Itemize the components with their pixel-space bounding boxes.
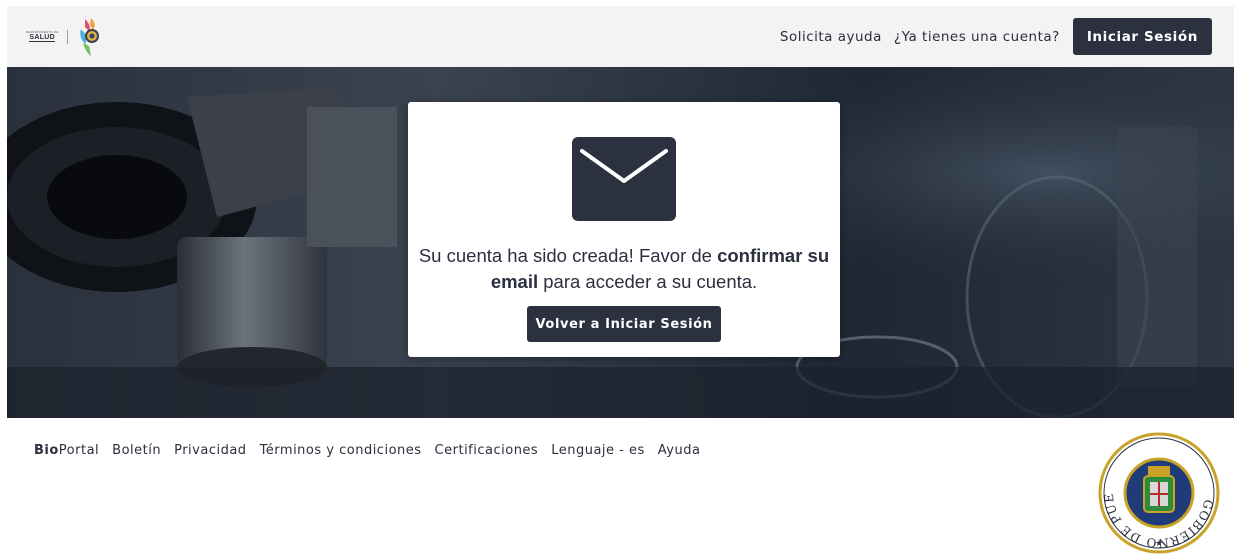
logo-divider <box>67 29 69 44</box>
page: DEPARTAMENTO DE SALUD Solicita ayuda ¿Ya… <box>0 0 1234 559</box>
back-to-login-button[interactable]: Volver a Iniciar Sesión <box>527 306 721 342</box>
footer-link-privacidad[interactable]: Privacidad <box>174 443 246 458</box>
salud-logo: DEPARTAMENTO DE SALUD <box>26 31 58 42</box>
bioportal-logo-icon <box>80 17 100 56</box>
footer-link-lenguaje[interactable]: Lenguaje - es <box>551 443 645 458</box>
help-link[interactable]: Solicita ayuda <box>780 29 882 45</box>
have-account-link[interactable]: ¿Ya tienes una cuenta? <box>894 29 1060 45</box>
footer-link-ayuda[interactable]: Ayuda <box>658 443 701 458</box>
message-text-start: Su cuenta ha sido creada! Favor de <box>418 245 718 266</box>
footer-link-terminos[interactable]: Términos y condiciones <box>260 443 422 458</box>
confirmation-card: Su cuenta ha sido creada! Favor de confi… <box>408 102 840 357</box>
footer-brand-bold: Bio <box>34 443 59 458</box>
footer-link-boletin[interactable]: Boletín <box>112 443 161 458</box>
top-nav-bar: DEPARTAMENTO DE SALUD Solicita ayuda ¿Ya… <box>7 6 1234 67</box>
brand-logos[interactable]: DEPARTAMENTO DE SALUD <box>26 17 103 57</box>
message-text-end: para acceder a su cuenta. <box>538 271 758 292</box>
puerto-rico-seal-icon: GOBIERNO DE PUERTO RICO ★ <box>1098 432 1220 554</box>
footer-link-certificaciones[interactable]: Certificaciones <box>435 443 539 458</box>
footer-brand-rest: Portal <box>58 443 100 458</box>
footer-brand-link[interactable]: BioPortal <box>34 443 99 458</box>
salud-logo-text: SALUD <box>29 34 56 42</box>
seal-star-icon: ★ <box>1155 538 1163 548</box>
login-button[interactable]: Iniciar Sesión <box>1072 18 1212 55</box>
envelope-icon <box>572 137 676 221</box>
confirmation-message: Su cuenta ha sido creada! Favor de confi… <box>418 243 830 295</box>
hero-banner: Su cuenta ha sido creada! Favor de confi… <box>7 67 1234 418</box>
footer-nav: BioPortal Boletín Privacidad Términos y … <box>34 443 713 458</box>
header-actions: Solicita ayuda ¿Ya tienes una cuenta? In… <box>780 18 1212 55</box>
